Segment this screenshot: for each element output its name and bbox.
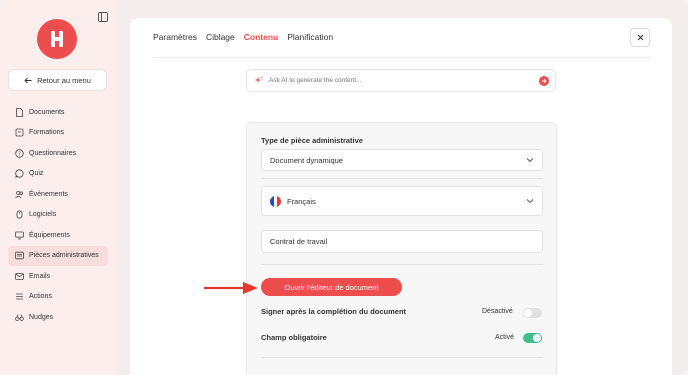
tab-ciblage[interactable]: Ciblage: [206, 32, 235, 42]
sidebar-item-label: Formations: [29, 129, 65, 137]
toggle-knob: [533, 334, 541, 342]
mail-icon: [15, 272, 24, 280]
open-document-editor-button[interactable]: Ouvrir l'éditeur de document: [261, 278, 402, 296]
sparkle-icon: [255, 76, 263, 83]
logo-icon: [51, 31, 63, 47]
ai-prompt-input[interactable]: [269, 77, 529, 84]
sidebar-item-quiz[interactable]: Quiz: [8, 164, 108, 185]
main-panel: Paramètres Ciblage Contenu Planification: [130, 18, 672, 375]
required-field-toggle[interactable]: [523, 333, 542, 343]
divider: [261, 357, 543, 358]
tab-contenu[interactable]: Contenu: [244, 32, 278, 42]
content-card: Type de pièce administrative Document dy…: [246, 122, 557, 375]
list-icon: [16, 293, 23, 300]
chevron-down-icon: [526, 158, 534, 163]
close-button[interactable]: [630, 28, 650, 47]
sidebar-item-label: Logiciels: [29, 211, 57, 219]
users-icon: [15, 190, 23, 199]
toggle-knob: [524, 309, 532, 317]
type-label: Type de pièce administrative: [261, 136, 363, 145]
sidebar-item-questionnaires[interactable]: ? Questionnaires: [8, 143, 108, 164]
sidebar-item-nudges[interactable]: Nudges: [8, 307, 108, 328]
tab-parametres[interactable]: Paramètres: [153, 32, 197, 42]
mouse-icon: [16, 210, 23, 219]
id-card-icon: [15, 252, 24, 260]
sidebar-item-label: Quiz: [29, 170, 44, 178]
sidebar-item-label: Équipements: [29, 231, 70, 239]
france-flag-icon: [270, 195, 281, 207]
type-select[interactable]: Document dynamique: [261, 149, 543, 171]
sign-after-completion-toggle[interactable]: [523, 308, 542, 318]
back-to-menu-button[interactable]: Retour au menu: [8, 69, 107, 91]
sidebar-item-actions[interactable]: Actions: [8, 287, 108, 308]
sidebar-item-label: Nudges: [29, 313, 54, 321]
sidebar-item-label: Documents: [29, 108, 65, 116]
sidebar-item-evenements[interactable]: Événements: [8, 184, 108, 205]
sidebar-item-documents[interactable]: Documents: [8, 102, 108, 123]
divider: [261, 178, 543, 179]
sidebar: Retour au menu Documents Formations ? Qu…: [0, 0, 116, 375]
sidebar-item-label: Pièces administratives: [29, 252, 99, 260]
sidebar-item-equipements[interactable]: Équipements: [8, 225, 108, 246]
chevron-down-icon: [526, 199, 534, 204]
document-icon: [16, 107, 23, 117]
sidebar-item-pieces-administratives[interactable]: Pièces administratives: [8, 245, 108, 266]
tabs-divider: [153, 57, 650, 58]
ai-send-button[interactable]: [539, 76, 549, 86]
sidebar-item-emails[interactable]: Emails: [8, 266, 108, 287]
pointer-arrow-icon: [204, 282, 258, 294]
sidebar-item-label: Actions: [29, 293, 52, 301]
sidebar-item-label: Questionnaires: [29, 149, 77, 157]
sign-state-label: Désactivé: [482, 308, 513, 315]
language-select[interactable]: Français: [261, 186, 543, 216]
tab-bar: Paramètres Ciblage Contenu Planification: [153, 32, 333, 42]
question-icon: ?: [15, 149, 24, 158]
chat-icon: [15, 169, 24, 179]
document-title-field[interactable]: Contrat de travail: [261, 230, 543, 253]
sidebar-collapse-icon[interactable]: [98, 12, 108, 22]
document-title-value: Contrat de travail: [270, 237, 328, 246]
arrow-left-icon: [24, 77, 32, 83]
close-icon: [637, 34, 643, 41]
svg-text:?: ?: [18, 151, 21, 157]
ai-prompt-box: [246, 69, 556, 92]
sidebar-nav: Documents Formations ? Questionnaires Qu…: [8, 102, 108, 328]
arrow-right-icon: [541, 78, 547, 84]
language-select-value: Français: [287, 196, 316, 206]
app-window: Retour au menu Documents Formations ? Qu…: [0, 0, 688, 375]
monitor-icon: [15, 231, 24, 240]
tab-planification[interactable]: Planification: [287, 32, 333, 42]
required-field-label: Champ obligatoire: [261, 333, 327, 342]
back-to-menu-label: Retour au menu: [37, 75, 91, 85]
folder-icon: [15, 128, 24, 137]
type-select-value: Document dynamique: [270, 155, 343, 165]
sidebar-item-logiciels[interactable]: Logiciels: [8, 205, 108, 226]
binoculars-icon: [15, 314, 24, 321]
required-state-label: Activé: [495, 334, 515, 341]
sidebar-item-formations[interactable]: Formations: [8, 123, 108, 144]
divider: [261, 264, 543, 265]
sidebar-item-label: Emails: [29, 272, 51, 280]
sidebar-item-label: Événements: [29, 190, 68, 198]
sign-after-completion-label: Signer après la complétion du document: [261, 307, 407, 316]
app-logo[interactable]: [37, 19, 77, 59]
